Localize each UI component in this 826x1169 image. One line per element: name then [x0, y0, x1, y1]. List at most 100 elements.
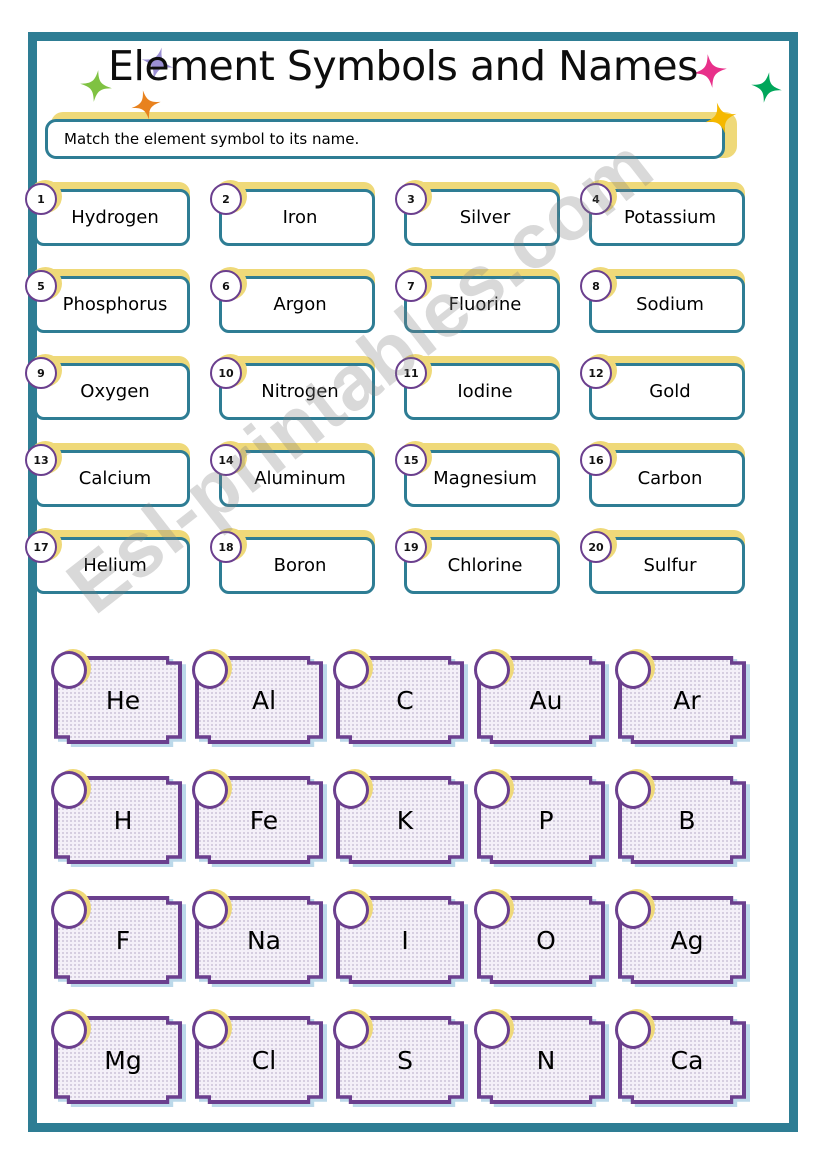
element-symbol-item[interactable]: He — [50, 648, 191, 768]
number-badge: 7 — [395, 270, 427, 302]
element-name-label: Magnesium — [433, 467, 537, 489]
number-badge-text: 4 — [592, 192, 600, 206]
element-name-item[interactable]: Iodine 11 — [392, 354, 577, 443]
element-symbol-item[interactable]: S — [332, 1008, 473, 1128]
number-badge-text: 10 — [218, 366, 234, 380]
element-symbol-item[interactable]: Ag — [614, 888, 755, 1008]
symbol-answer-badge[interactable] — [192, 891, 228, 929]
element-name-item[interactable]: Helium 17 — [22, 528, 207, 617]
element-name-item[interactable]: Argon 6 — [207, 267, 392, 356]
symbol-answer-badge[interactable] — [192, 1011, 228, 1049]
symbol-answer-badge[interactable] — [474, 1011, 510, 1049]
symbol-answer-badge[interactable] — [474, 891, 510, 929]
element-symbol-item[interactable]: K — [332, 768, 473, 888]
number-badge: 13 — [25, 444, 57, 476]
symbol-answer-badge[interactable] — [333, 651, 369, 689]
element-symbol-label: Fe — [249, 805, 279, 835]
element-names-row: Helium 17 Boron 18 Chlorine 19 Sulfur 20 — [22, 528, 762, 617]
element-symbol-item[interactable]: N — [473, 1008, 614, 1128]
number-badge: 18 — [210, 531, 242, 563]
worksheet-page: Element Symbols and Names Match the elem… — [0, 0, 826, 1169]
element-name-item[interactable]: Boron 18 — [207, 528, 392, 617]
symbol-answer-badge[interactable] — [192, 771, 228, 809]
element-name-item[interactable]: Phosphorus 5 — [22, 267, 207, 356]
number-badge: 1 — [25, 183, 57, 215]
element-symbol-item[interactable]: Ca — [614, 1008, 755, 1128]
element-name-label: Fluorine — [448, 293, 522, 315]
element-name-item[interactable]: Sulfur 20 — [577, 528, 762, 617]
element-symbol-item[interactable]: C — [332, 648, 473, 768]
element-name-item[interactable]: Gold 12 — [577, 354, 762, 443]
element-name-item[interactable]: Oxygen 9 — [22, 354, 207, 443]
element-symbol-item[interactable]: Cl — [191, 1008, 332, 1128]
element-name-item[interactable]: Silver 3 — [392, 180, 577, 269]
instruction-bar: Match the element symbol to its name. — [45, 112, 737, 164]
element-name-label: Chlorine — [447, 554, 523, 576]
instruction-text: Match the element symbol to its name. — [64, 130, 360, 148]
element-symbol-item[interactable]: H — [50, 768, 191, 888]
number-badge-text: 17 — [33, 540, 49, 554]
element-name-label: Iodine — [457, 380, 513, 402]
element-symbols-row: He Al C Au Ar — [50, 648, 780, 768]
element-symbol-item[interactable]: F — [50, 888, 191, 1008]
element-name-item[interactable]: Hydrogen 1 — [22, 180, 207, 269]
number-badge-text: 2 — [222, 192, 230, 206]
symbol-answer-badge[interactable] — [615, 891, 651, 929]
element-symbol-label: Ca — [670, 1045, 704, 1075]
element-name-item[interactable]: Chlorine 19 — [392, 528, 577, 617]
symbol-answer-badge[interactable] — [51, 651, 87, 689]
element-name-label: Gold — [649, 380, 691, 402]
symbol-answer-badge[interactable] — [474, 651, 510, 689]
element-symbol-label: Cl — [251, 1045, 277, 1075]
symbol-answer-badge[interactable] — [615, 771, 651, 809]
element-name-item[interactable]: Nitrogen 10 — [207, 354, 392, 443]
element-symbol-item[interactable]: Ar — [614, 648, 755, 768]
symbol-answer-badge[interactable] — [51, 1011, 87, 1049]
symbol-answer-badge[interactable] — [51, 771, 87, 809]
number-badge: 12 — [580, 357, 612, 389]
symbol-answer-badge[interactable] — [615, 1011, 651, 1049]
element-name-item[interactable]: Sodium 8 — [577, 267, 762, 356]
number-badge: 4 — [580, 183, 612, 215]
number-badge-text: 5 — [37, 279, 45, 293]
element-symbol-label: Ag — [670, 925, 704, 955]
symbol-answer-badge[interactable] — [333, 891, 369, 929]
element-symbol-label: F — [115, 925, 131, 955]
element-name-item[interactable]: Aluminum 14 — [207, 441, 392, 530]
symbol-answer-badge[interactable] — [51, 891, 87, 929]
element-symbol-item[interactable]: Na — [191, 888, 332, 1008]
symbol-answer-badge[interactable] — [474, 771, 510, 809]
number-badge-text: 8 — [592, 279, 600, 293]
element-symbol-item[interactable]: Au — [473, 648, 614, 768]
element-name-item[interactable]: Fluorine 7 — [392, 267, 577, 356]
element-name-label: Sulfur — [643, 554, 697, 576]
element-name-item[interactable]: Iron 2 — [207, 180, 392, 269]
element-name-item[interactable]: Carbon 16 — [577, 441, 762, 530]
element-symbol-item[interactable]: Mg — [50, 1008, 191, 1128]
element-symbol-label: B — [678, 805, 696, 835]
element-symbols-grid: He Al C Au Ar H Fe K P B F Na I O Ag Mg Cl S N Ca — [50, 648, 780, 1128]
element-symbol-item[interactable]: I — [332, 888, 473, 1008]
element-symbol-label: S — [397, 1045, 413, 1075]
symbol-answer-badge[interactable] — [615, 651, 651, 689]
element-symbol-item[interactable]: Al — [191, 648, 332, 768]
element-names-row: Hydrogen 1 Iron 2 Silver 3 Potassium 4 — [22, 180, 762, 269]
symbol-answer-badge[interactable] — [333, 771, 369, 809]
symbol-answer-badge[interactable] — [192, 651, 228, 689]
element-name-item[interactable]: Calcium 13 — [22, 441, 207, 530]
element-symbol-item[interactable]: O — [473, 888, 614, 1008]
element-name-label: Hydrogen — [71, 206, 159, 228]
number-badge: 2 — [210, 183, 242, 215]
element-symbol-label: C — [396, 685, 414, 715]
element-symbol-item[interactable]: Fe — [191, 768, 332, 888]
element-name-label: Boron — [273, 554, 327, 576]
element-symbols-row: F Na I O Ag — [50, 888, 780, 1008]
element-name-label: Nitrogen — [261, 380, 339, 402]
element-name-item[interactable]: Potassium 4 — [577, 180, 762, 269]
element-symbol-item[interactable]: B — [614, 768, 755, 888]
element-symbol-label: Au — [529, 685, 563, 715]
element-symbol-item[interactable]: P — [473, 768, 614, 888]
symbol-answer-badge[interactable] — [333, 1011, 369, 1049]
element-symbol-label: Ar — [673, 685, 701, 715]
element-name-item[interactable]: Magnesium 15 — [392, 441, 577, 530]
